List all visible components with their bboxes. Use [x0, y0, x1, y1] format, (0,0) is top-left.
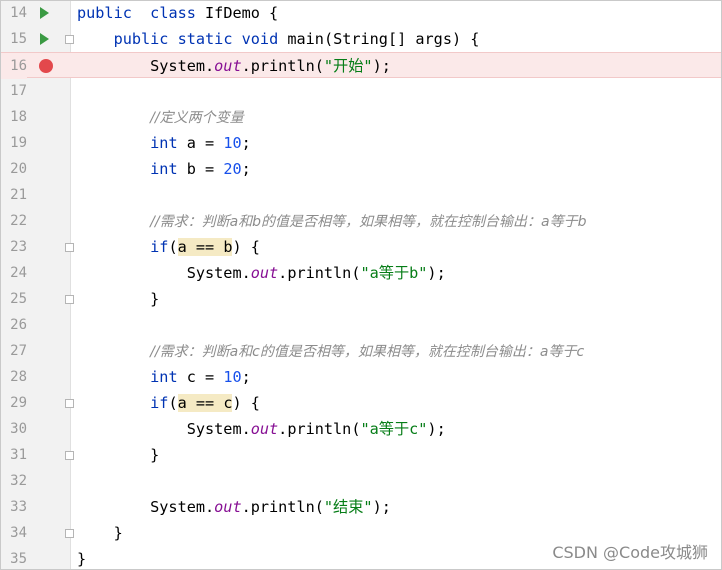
line-number[interactable]: 27: [1, 338, 27, 364]
code-line[interactable]: 15 public static void main(String[] args…: [1, 26, 721, 52]
code-text[interactable]: System.out.println("结束");: [77, 494, 391, 520]
code-line[interactable]: 25 }: [1, 286, 721, 312]
code-line[interactable]: 29 if(a == c) {: [1, 390, 721, 416]
line-number[interactable]: 35: [1, 546, 27, 569]
line-number[interactable]: 14: [1, 1, 27, 26]
fold-icon[interactable]: [65, 243, 74, 252]
line-number[interactable]: 28: [1, 364, 27, 390]
code-line[interactable]: 33 System.out.println("结束");: [1, 494, 721, 520]
line-number[interactable]: 30: [1, 416, 27, 442]
code-text[interactable]: }: [77, 442, 159, 468]
code-text[interactable]: int c = 10;: [77, 364, 251, 390]
line-number[interactable]: 25: [1, 286, 27, 312]
code-line[interactable]: 28 int c = 10;: [1, 364, 721, 390]
code-line[interactable]: 32: [1, 468, 721, 494]
code-text[interactable]: //定义两个变量: [77, 104, 243, 130]
line-number[interactable]: 22: [1, 208, 27, 234]
fold-icon[interactable]: [65, 35, 74, 44]
fold-icon[interactable]: [65, 399, 74, 408]
code-line[interactable]: 26: [1, 312, 721, 338]
run-icon[interactable]: [40, 33, 49, 45]
code-line[interactable]: 27 //需求：判断a和c的值是否相等，如果相等，就在控制台输出：a等于c: [1, 338, 721, 364]
line-number[interactable]: 21: [1, 182, 27, 208]
line-number[interactable]: 16: [1, 53, 27, 79]
code-text[interactable]: //需求：判断a和b的值是否相等，如果相等，就在控制台输出：a等于b: [77, 208, 586, 234]
code-text[interactable]: public class IfDemo {: [77, 1, 278, 26]
code-line[interactable]: 23 if(a == b) {: [1, 234, 721, 260]
code-text[interactable]: public static void main(String[] args) {: [77, 26, 480, 52]
code-line[interactable]: 30 System.out.println("a等于c");: [1, 416, 721, 442]
line-number[interactable]: 24: [1, 260, 27, 286]
fold-icon[interactable]: [65, 451, 74, 460]
breakpoint-icon[interactable]: [39, 59, 53, 73]
line-number[interactable]: 15: [1, 26, 27, 52]
run-icon[interactable]: [40, 7, 49, 19]
line-number[interactable]: 26: [1, 312, 27, 338]
code-line[interactable]: 24 System.out.println("a等于b");: [1, 260, 721, 286]
code-text[interactable]: int b = 20;: [77, 156, 251, 182]
code-text[interactable]: }: [77, 520, 123, 546]
line-number[interactable]: 18: [1, 104, 27, 130]
code-text[interactable]: System.out.println("a等于c");: [77, 416, 446, 442]
code-line[interactable]: 21: [1, 182, 721, 208]
fold-icon[interactable]: [65, 529, 74, 538]
line-number[interactable]: 34: [1, 520, 27, 546]
code-editor[interactable]: 14 public class IfDemo {15 public static …: [0, 0, 722, 570]
code-text[interactable]: }: [77, 286, 159, 312]
code-text[interactable]: System.out.println("开始");: [77, 53, 391, 79]
code-line[interactable]: 16 System.out.println("开始");: [1, 52, 721, 79]
fold-icon[interactable]: [65, 295, 74, 304]
line-number[interactable]: 32: [1, 468, 27, 494]
code-line[interactable]: 19 int a = 10;: [1, 130, 721, 156]
line-number[interactable]: 17: [1, 78, 27, 104]
line-number[interactable]: 31: [1, 442, 27, 468]
line-number[interactable]: 23: [1, 234, 27, 260]
code-line[interactable]: 31 }: [1, 442, 721, 468]
code-text[interactable]: if(a == b) {: [77, 234, 260, 260]
code-line[interactable]: 14 public class IfDemo {: [1, 1, 721, 26]
line-number[interactable]: 19: [1, 130, 27, 156]
code-text[interactable]: //需求：判断a和c的值是否相等，如果相等，就在控制台输出：a等于c: [77, 338, 584, 364]
line-number[interactable]: 29: [1, 390, 27, 416]
code-line[interactable]: 18 //定义两个变量: [1, 104, 721, 130]
code-line[interactable]: 22 //需求：判断a和b的值是否相等，如果相等，就在控制台输出：a等于b: [1, 208, 721, 234]
code-text[interactable]: }: [77, 546, 86, 569]
watermark: CSDN @Code攻城狮: [552, 543, 708, 562]
code-text[interactable]: if(a == c) {: [77, 390, 260, 416]
code-text[interactable]: int a = 10;: [77, 130, 251, 156]
code-line[interactable]: 20 int b = 20;: [1, 156, 721, 182]
code-text[interactable]: System.out.println("a等于b");: [77, 260, 446, 286]
line-number[interactable]: 33: [1, 494, 27, 520]
code-line[interactable]: 17: [1, 78, 721, 104]
line-number[interactable]: 20: [1, 156, 27, 182]
